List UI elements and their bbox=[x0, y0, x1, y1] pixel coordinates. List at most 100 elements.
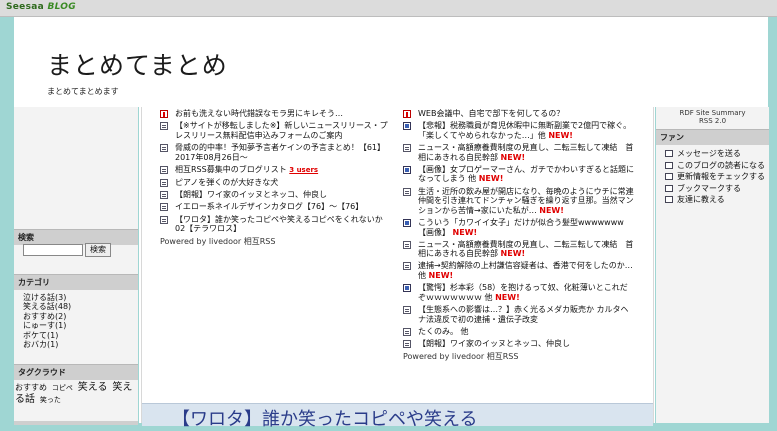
rss-item[interactable]: 【悲報】税務職員が育児休暇中に無断副業で2億円で稼ぐ。「楽しくてやめられなかった… bbox=[403, 121, 635, 140]
category-item[interactable]: おバカ(1) bbox=[23, 340, 138, 349]
fan-item-label[interactable]: 更新情報をチェックする bbox=[677, 172, 765, 181]
document-icon bbox=[403, 306, 411, 315]
rss-item-title[interactable]: ピアノを弾くのが大好きな犬 bbox=[175, 178, 278, 187]
logo-blog-text: BLOG bbox=[47, 2, 76, 12]
rss-item-title[interactable]: 【画像】女プロゲーマーさん、ガチでかわいすぎると話題になってしまう 他 bbox=[418, 165, 634, 184]
main-content: お前も洗えない時代錯誤なモラ男にキレそう… 【※サイトが移転しました※】新しいニ… bbox=[141, 107, 654, 430]
seesaa-blog-logo[interactable]: Seesaa BLOG bbox=[6, 2, 76, 12]
rss-item-title[interactable]: 【朗報】ワイ家のイッヌとネッコ、仲良し bbox=[175, 190, 327, 199]
rss-item[interactable]: イエロー系ネイルデザインカタログ【76】～【76】 bbox=[160, 202, 392, 212]
document-icon bbox=[403, 240, 411, 249]
left-sidebar: 検索 検索 カテゴリ 泣ける話(3) 笑える話(48) おすすめ(2) にゅーす… bbox=[14, 107, 139, 425]
fan-item-label[interactable]: 友達に教える bbox=[677, 195, 725, 204]
category-item[interactable]: にゅーす(1) bbox=[23, 321, 138, 330]
rss-item-title[interactable]: たくのみ。 他 bbox=[418, 327, 469, 336]
rss-item-title[interactable]: 【朗報】ワイ家のイッヌとネッコ、仲良し bbox=[418, 339, 570, 348]
fan-item-label[interactable]: メッセージを送る bbox=[677, 149, 741, 158]
new-badge: NEW! bbox=[452, 227, 478, 237]
rss-item[interactable]: 【朗報】ワイ家のイッヌとネッコ、仲良し bbox=[403, 339, 635, 349]
rss-item-title[interactable]: 相互RSS募集中のブログリスト bbox=[175, 165, 287, 174]
blog-description: まとめてまとめます bbox=[47, 87, 119, 96]
rss-item[interactable]: 【ワロタ】誰か笑ったコピペや笑えるコピペをくれないか 02【テラワロス】 bbox=[160, 215, 392, 234]
category-item[interactable]: 泣ける話(3) bbox=[23, 293, 138, 302]
rss-item[interactable]: こういう「カワイイ女子」だけが似合う髪型wwwwwww【画像】 NEW! bbox=[403, 218, 635, 237]
send-message-link[interactable]: メッセージを送る bbox=[665, 148, 769, 160]
logo-text: Seesaa bbox=[6, 2, 44, 12]
rss-item-title[interactable]: ニュース・高額療養費制度の見直し、二転三転して凍結 首相にあきれる自民幹部 bbox=[418, 143, 633, 162]
search-input[interactable] bbox=[23, 244, 83, 256]
search-box: 検索 検索 bbox=[14, 229, 138, 257]
category-heading: カテゴリ bbox=[14, 274, 138, 290]
tag-item[interactable]: 笑える bbox=[78, 382, 108, 393]
rdf-link[interactable]: RDF Site Summary bbox=[656, 109, 769, 117]
rss-item-title[interactable]: こういう「カワイイ女子」だけが似合う髪型wwwwwww【画像】 bbox=[418, 218, 624, 237]
powered-by-link[interactable]: Powered by livedoor 相互RSS bbox=[160, 236, 392, 247]
tag-item[interactable]: 笑った bbox=[40, 396, 61, 404]
rss-item[interactable]: 【画像】女プロゲーマーさん、ガチでかわいすぎると話題になってしまう 他 NEW! bbox=[403, 165, 635, 184]
document-icon bbox=[160, 215, 168, 224]
feed-icon bbox=[160, 110, 168, 118]
category-item[interactable]: 笑える話(48) bbox=[23, 302, 138, 311]
rss-item-title[interactable]: 【悲報】税務職員が育児休暇中に無断副業で2億円で稼ぐ。「楽しくてやめられなかった… bbox=[418, 121, 631, 140]
rss-item-title[interactable]: 生活・近所の飲み屋が開店になり、毎晩のようにウチに常連仲間を引き連れてドンチャン… bbox=[418, 187, 634, 215]
bookmark-icon bbox=[665, 184, 673, 192]
rss-item[interactable]: 逮捕→契約解除の上村謙信容疑者は、香港で何をしたのか… 他 NEW! bbox=[403, 261, 635, 280]
tag-item[interactable]: おすすめ bbox=[15, 383, 47, 392]
document-icon bbox=[403, 143, 411, 152]
rss-item-title[interactable]: WEB会議中、自宅で部下を何してるの？ bbox=[418, 109, 564, 118]
rss-item-title[interactable]: お前も洗えない時代錯誤なモラ男にキレそう… bbox=[175, 109, 343, 118]
fan-item-label[interactable]: ブックマークする bbox=[677, 184, 741, 193]
new-badge: NEW! bbox=[495, 292, 520, 302]
search-button[interactable]: 検索 bbox=[85, 243, 111, 257]
rss-item[interactable]: 相互RSS募集中のブログリスト 3 users bbox=[160, 165, 392, 176]
tagcloud-heading: タグクラウド bbox=[14, 364, 138, 380]
article-title[interactable]: 【ワロタ】誰か笑ったコピペや笑える bbox=[172, 405, 477, 431]
mail-icon bbox=[665, 150, 673, 157]
rss-item[interactable]: 【朗報】ワイ家のイッヌとネッコ、仲良し bbox=[160, 190, 392, 200]
rss-item[interactable]: ピアノを弾くのが大好きな犬 bbox=[160, 178, 392, 188]
document-icon bbox=[160, 191, 168, 200]
category-item[interactable]: おすすめ(2) bbox=[23, 312, 138, 321]
tag-item[interactable]: コピペ bbox=[52, 384, 73, 392]
new-badge: NEW! bbox=[500, 249, 526, 259]
check-updates-link[interactable]: 更新情報をチェックする bbox=[665, 171, 769, 183]
rss-item[interactable]: ニュース・高額療養費制度の見直し、二転三転して凍結 首相にあきれる自民幹部 NE… bbox=[403, 240, 635, 259]
document-icon bbox=[160, 203, 168, 212]
rss-item-title[interactable]: 【驚愕】杉本彩（58）を抱けるって奴、化粧薄いとこれだぞｗｗｗｗｗｗｗ 他 bbox=[418, 283, 628, 302]
rss-item-title[interactable]: ニュース・高額療養費制度の見直し、二転三転して凍結 首相にあきれる自民幹部 bbox=[418, 240, 633, 259]
document-icon bbox=[160, 143, 168, 152]
search-heading: 検索 bbox=[14, 229, 138, 245]
rss-item[interactable]: 【生態系への影響は…？】赤く光るメダカ販売か カルタヘナ法違反で初の逮捕・遺伝子… bbox=[403, 305, 635, 324]
rss-item[interactable]: ニュース・高額療養費制度の見直し、二転三転して凍結 首相にあきれる自民幹部 NE… bbox=[403, 143, 635, 162]
rss-item-title[interactable]: 【※サイトが移転しました※】新しいニュースリリース・プレスリリース無料配信申込み… bbox=[175, 121, 388, 140]
powered-by-link[interactable]: Powered by livedoor 相互RSS bbox=[403, 351, 635, 362]
document-icon bbox=[403, 262, 411, 271]
new-badge: NEW! bbox=[478, 174, 504, 184]
rss-item-title[interactable]: 【ワロタ】誰か笑ったコピペや笑えるコピペをくれないか 02【テラワロス】 bbox=[175, 215, 391, 234]
feed-icon bbox=[403, 110, 411, 118]
become-reader-link[interactable]: このブログの読者になる bbox=[665, 160, 769, 172]
rss-item[interactable]: 脅威の的中率！予知夢予言者ケインの予言まとめ！【61】2017年08月26日～ bbox=[160, 143, 392, 162]
fan-item-label[interactable]: このブログの読者になる bbox=[677, 161, 765, 170]
category-item[interactable]: ボケて(1) bbox=[23, 331, 138, 340]
top-bar: Seesaa BLOG bbox=[0, 0, 777, 17]
rss-item[interactable]: たくのみ。 他 bbox=[403, 327, 635, 337]
rss-item[interactable]: 生活・近所の飲み屋が開店になり、毎晩のようにウチに常連仲間を引き連れてドンチャン… bbox=[403, 187, 635, 216]
rss-item-title[interactable]: 【生態系への影響は…？】赤く光るメダカ販売か カルタヘナ法違反で初の逮捕・遺伝子… bbox=[418, 305, 629, 324]
rss-item[interactable]: 【驚愕】杉本彩（58）を抱けるって奴、化粧薄いとこれだぞｗｗｗｗｗｗｗ 他 NE… bbox=[403, 283, 635, 302]
rss-item[interactable]: お前も洗えない時代錯誤なモラ男にキレそう… bbox=[160, 109, 392, 119]
new-badge: NEW! bbox=[428, 271, 454, 281]
rss2-link[interactable]: RSS 2.0 bbox=[656, 117, 769, 125]
document-icon bbox=[403, 327, 411, 336]
rss-item-title[interactable]: 脅威の的中率！予知夢予言者ケインの予言まとめ！【61】2017年08月26日～ bbox=[175, 143, 385, 162]
tell-friend-link[interactable]: 友達に教える bbox=[665, 194, 769, 206]
image-icon bbox=[403, 122, 411, 131]
bookmark-link[interactable]: ブックマークする bbox=[665, 183, 769, 195]
category-list: 泣ける話(3) 笑える話(48) おすすめ(2) にゅーす(1) ボケて(1) … bbox=[14, 290, 138, 349]
rss-item-title[interactable]: イエロー系ネイルデザインカタログ【76】～【76】 bbox=[175, 202, 363, 211]
new-badge: NEW! bbox=[539, 205, 564, 215]
users-badge[interactable]: 3 users bbox=[289, 166, 318, 174]
blog-title[interactable]: まとめてまとめ bbox=[47, 46, 228, 82]
rss-item[interactable]: 【※サイトが移転しました※】新しいニュースリリース・プレスリリース無料配信申込み… bbox=[160, 121, 392, 140]
rss-item[interactable]: WEB会議中、自宅で部下を何してるの？ bbox=[403, 109, 635, 119]
